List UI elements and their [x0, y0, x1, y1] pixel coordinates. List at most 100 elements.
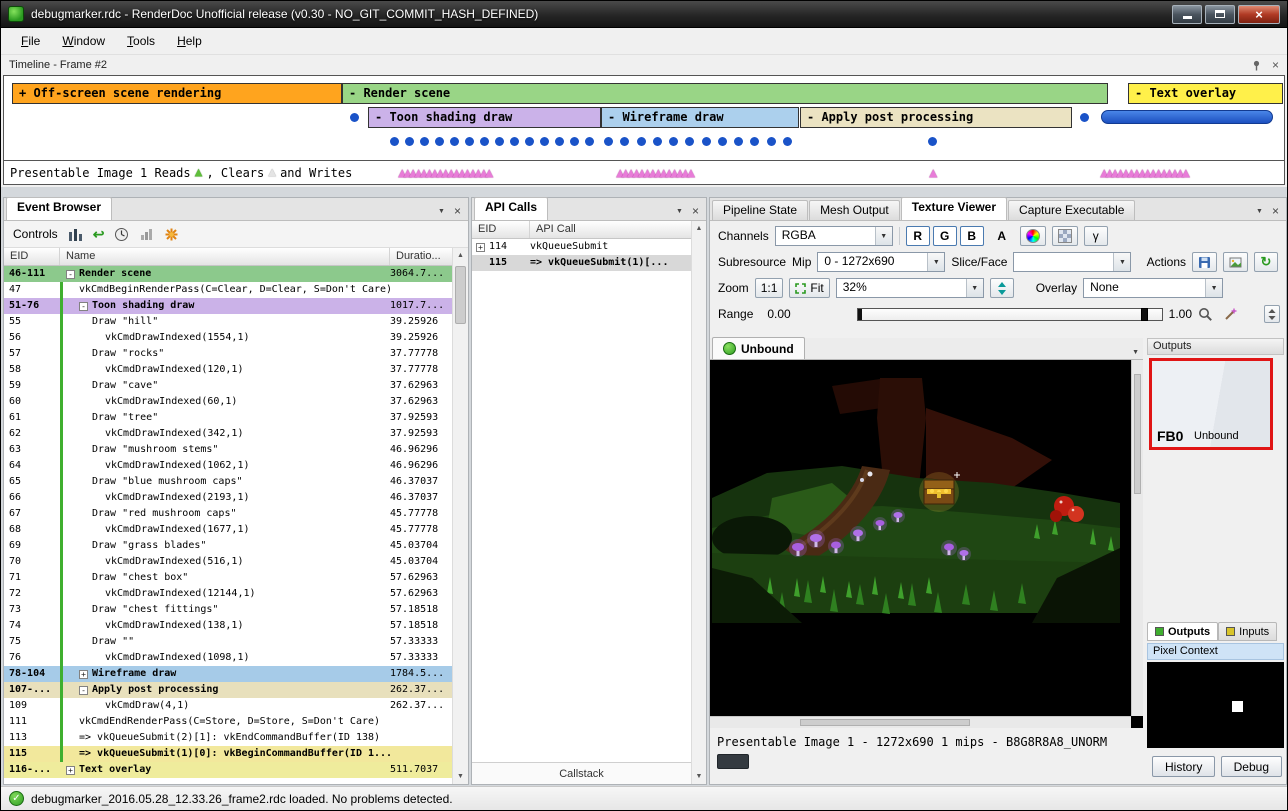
timeline-bar-toon[interactable]: - Toon shading draw [368, 107, 601, 128]
tab-api-calls[interactable]: API Calls [474, 197, 548, 220]
menu-tools[interactable]: Tools [117, 30, 165, 52]
channel-g-button[interactable]: G [933, 226, 957, 246]
api-calls-scrollbar[interactable]: ▲ ▼ [691, 221, 706, 784]
event-row[interactable]: 64vkCmdDrawIndexed(1062,1)46.96296 [4, 458, 452, 474]
bookmark-icon[interactable] [164, 227, 179, 242]
tab-mesh-output[interactable]: Mesh Output [809, 200, 900, 220]
texture-viewport[interactable] [710, 360, 1143, 728]
panel-menu-icon[interactable]: ▼ [676, 208, 683, 215]
channel-r-button[interactable]: R [906, 226, 930, 246]
zoom-1to1-button[interactable]: 1:1 [755, 278, 784, 298]
tab-outputs[interactable]: Outputs [1147, 622, 1218, 641]
debug-button[interactable]: Debug [1221, 756, 1282, 777]
scrollbar-thumb[interactable] [455, 266, 466, 324]
event-row[interactable]: 57Draw "rocks"37.77778 [4, 346, 452, 362]
title-bar[interactable]: debugmarker.rdc - RenderDoc Unofficial r… [1, 1, 1287, 28]
event-row[interactable]: 111vkCmdEndRenderPass(C=Store, D=Store, … [4, 714, 452, 730]
event-row[interactable]: 58vkCmdDrawIndexed(120,1)37.77778 [4, 362, 452, 378]
alpha-background-button[interactable] [1052, 226, 1078, 246]
mip-select[interactable]: 0 - 1272x690 ▼ [817, 252, 945, 272]
event-row[interactable]: 63Draw "mushroom stems"46.96296 [4, 442, 452, 458]
event-row[interactable]: 78-104+Wireframe draw1784.5... [4, 666, 452, 682]
event-row[interactable]: 76vkCmdDrawIndexed(1098,1)57.33333 [4, 650, 452, 666]
event-row[interactable]: 66vkCmdDrawIndexed(2193,1)46.37037 [4, 490, 452, 506]
event-row[interactable]: 68vkCmdDrawIndexed(1677,1)45.77778 [4, 522, 452, 538]
toolbar-overflow-button[interactable] [1264, 305, 1280, 323]
scroll-down-icon[interactable]: ▼ [692, 769, 706, 784]
channel-a-button[interactable]: A [990, 226, 1014, 246]
chevron-down-icon[interactable]: ▼ [927, 253, 944, 271]
tree-expander[interactable]: + [476, 243, 485, 252]
timeline-track[interactable]: + Off-screen scene rendering - Render sc… [3, 75, 1285, 161]
zoom-range-icon[interactable] [1198, 307, 1213, 322]
column-duration[interactable]: Duratio... [390, 248, 452, 265]
chevron-down-icon[interactable]: ▼ [1205, 279, 1222, 297]
event-row[interactable]: 107-...-Apply post processing262.37... [4, 682, 452, 698]
overlay-select[interactable]: None ▼ [1083, 278, 1223, 298]
tree-expander[interactable]: + [66, 766, 75, 775]
chevron-down-icon[interactable]: ▼ [966, 279, 983, 297]
event-row[interactable]: 51-76-Toon shading draw1017.7... [4, 298, 452, 314]
time-durations-icon[interactable] [114, 227, 129, 242]
stats-icon[interactable] [139, 227, 154, 242]
event-row[interactable]: 67Draw "red mushroom caps"45.77778 [4, 506, 452, 522]
history-button[interactable]: History [1152, 756, 1215, 777]
scroll-up-icon[interactable]: ▲ [453, 248, 468, 263]
fb0-thumbnail[interactable]: FB0 Unbound [1149, 358, 1273, 450]
scroll-up-icon[interactable]: ▲ [692, 221, 706, 236]
range-white-handle[interactable] [1141, 308, 1148, 321]
autofit-wand-icon[interactable] [1223, 307, 1238, 322]
event-row[interactable]: 70vkCmdDrawIndexed(516,1)45.03704 [4, 554, 452, 570]
tab-inputs[interactable]: Inputs [1218, 622, 1277, 641]
tab-texture-viewer[interactable]: Texture Viewer [901, 197, 1007, 220]
menu-file[interactable]: File [11, 30, 50, 52]
timeline-bar-text-overlay[interactable]: - Text overlay [1128, 83, 1283, 104]
panel-close-icon[interactable]: × [454, 206, 461, 216]
event-row[interactable]: 74vkCmdDrawIndexed(138,1)57.18518 [4, 618, 452, 634]
tab-event-browser[interactable]: Event Browser [6, 197, 112, 220]
api-call-row[interactable]: 115=> vkQueueSubmit(1)[... [472, 255, 691, 271]
tab-pipeline-state[interactable]: Pipeline State [712, 200, 808, 220]
api-call-row[interactable]: +114vkQueueSubmit [472, 239, 691, 255]
tree-expander[interactable]: - [79, 686, 88, 695]
event-row[interactable]: 47vkCmdBeginRenderPass(C=Clear, D=Clear,… [4, 282, 452, 298]
tab-capture-executable[interactable]: Capture Executable [1008, 200, 1135, 220]
channel-b-button[interactable]: B [960, 226, 984, 246]
column-eid[interactable]: EID [4, 248, 60, 265]
event-row[interactable]: 113=> vkQueueSubmit(2)[1]: vkEndCommandB… [4, 730, 452, 746]
texture-tab-unbound[interactable]: Unbound [712, 337, 805, 359]
event-row[interactable]: 59Draw "cave"37.62963 [4, 378, 452, 394]
refresh-button[interactable]: ↻ [1254, 252, 1278, 272]
event-row[interactable]: 75Draw ""57.33333 [4, 634, 452, 650]
event-row[interactable]: 46-111-Render scene3064.7... [4, 266, 452, 282]
event-row[interactable]: 62vkCmdDrawIndexed(342,1)37.92593 [4, 426, 452, 442]
minimize-button[interactable] [1172, 5, 1202, 24]
timeline-browse-icon[interactable] [68, 227, 83, 242]
close-button[interactable]: × [1238, 5, 1280, 24]
event-browser-scrollbar[interactable]: ▲ ▼ [452, 248, 468, 784]
save-texture-button[interactable] [1192, 252, 1217, 272]
event-row[interactable]: 115=> vkQueueSubmit(1)[0]: vkBeginComman… [4, 746, 452, 762]
open-image-button[interactable] [1223, 252, 1248, 272]
column-eid[interactable]: EID [472, 221, 530, 238]
timeline-bar-postprocess[interactable]: - Apply post processing [800, 107, 1072, 128]
custom-display-button[interactable] [1020, 226, 1046, 246]
flip-y-button[interactable] [990, 278, 1014, 298]
event-row[interactable]: 116-...+Text overlay511.7037 [4, 762, 452, 778]
tree-expander[interactable]: + [79, 670, 88, 679]
event-row[interactable]: 69Draw "grass blades"45.03704 [4, 538, 452, 554]
scroll-down-icon[interactable]: ▼ [453, 769, 468, 784]
tree-expander[interactable]: - [79, 302, 88, 311]
menu-window[interactable]: Window [52, 30, 115, 52]
gamma-button[interactable]: γ [1084, 226, 1108, 246]
event-row[interactable]: 73Draw "chest fittings"57.18518 [4, 602, 452, 618]
event-row[interactable]: 65Draw "blue mushroom caps"46.37037 [4, 474, 452, 490]
viewport-vertical-scrollbar[interactable] [1131, 360, 1143, 716]
pin-icon[interactable] [1251, 60, 1262, 71]
panel-close-icon[interactable]: × [692, 206, 699, 216]
panel-close-icon[interactable]: × [1272, 206, 1279, 216]
timeline-bar-render-scene[interactable]: - Render scene [342, 83, 1108, 104]
chevron-down-icon[interactable]: ▼ [1113, 253, 1130, 271]
callstack-section[interactable]: Callstack [472, 762, 691, 784]
menu-help[interactable]: Help [167, 30, 212, 52]
